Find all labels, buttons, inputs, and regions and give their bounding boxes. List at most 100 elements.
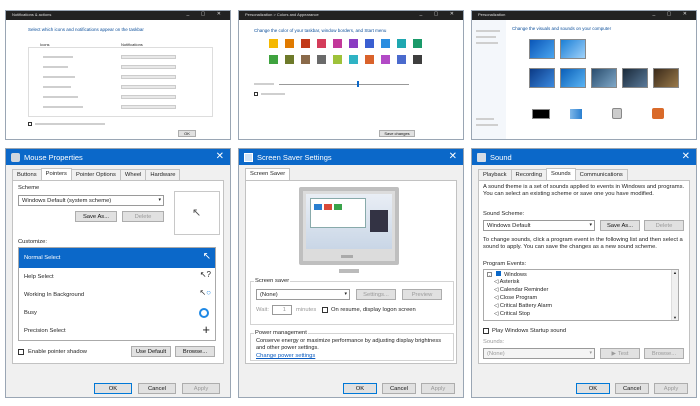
theme-5[interactable]	[591, 68, 617, 88]
delete-button[interactable]: Delete	[644, 220, 684, 231]
color-swatch[interactable]	[413, 55, 422, 64]
preview-button[interactable]: Preview	[402, 289, 442, 300]
save-changes-button[interactable]: Save changes	[379, 130, 415, 137]
color-swatch[interactable]	[397, 55, 406, 64]
delete-button[interactable]: Delete	[122, 211, 164, 222]
color-swatch[interactable]	[269, 55, 278, 64]
pointer-shadow-checkbox[interactable]	[18, 349, 24, 355]
close-icon[interactable]: ✕	[449, 151, 457, 162]
use-default-button[interactable]: Use Default	[131, 346, 171, 357]
customize-label: Customize:	[18, 239, 47, 245]
color-swatch[interactable]	[413, 39, 422, 48]
sound-scheme-combo[interactable]: Windows Default ▾	[483, 220, 595, 231]
sounds-icon[interactable]	[612, 108, 622, 119]
cursor-list[interactable]: Normal Select ↖ Help Select ↖? Working I…	[18, 247, 216, 341]
slider-thumb[interactable]	[357, 81, 359, 87]
color-swatch[interactable]	[269, 39, 278, 48]
browse-button[interactable]: Browse...	[644, 348, 684, 359]
screen-saver-combo[interactable]: (None) ▾	[256, 289, 350, 300]
window-controls[interactable]: _ ▢ ✕	[653, 11, 692, 17]
startup-sound-checkbox[interactable]	[483, 328, 489, 334]
speaker-icon: ◁	[494, 295, 499, 301]
save-as-button[interactable]: Save As...	[75, 211, 117, 222]
wait-spinner[interactable]: 1	[272, 305, 292, 315]
ok-button[interactable]: OK	[178, 130, 196, 137]
theme-3[interactable]	[529, 68, 555, 88]
list-item-working-background[interactable]: Working In Background ↖○	[19, 286, 215, 304]
color-swatch[interactable]	[285, 39, 294, 48]
cancel-button[interactable]: Cancel	[615, 383, 649, 394]
list-item-busy[interactable]: Busy	[19, 304, 215, 322]
always-show-checkbox[interactable]	[28, 122, 32, 126]
tab-sounds[interactable]: Sounds	[545, 168, 576, 180]
scroll-up-icon[interactable]: ▲	[672, 270, 678, 275]
test-button[interactable]: ▶ Test	[600, 348, 640, 359]
ok-button[interactable]: OK	[94, 383, 132, 394]
program-events-tree[interactable]: - Windows ◁ Asterisk ◁ Calendar Reminder…	[483, 269, 679, 321]
color-icon[interactable]	[570, 109, 582, 119]
color-swatch[interactable]	[301, 55, 310, 64]
resume-checkbox[interactable]	[322, 307, 328, 313]
color-swatch[interactable]	[285, 55, 294, 64]
color-swatch[interactable]	[349, 39, 358, 48]
tree-item-critical-battery[interactable]: ◁ Critical Battery Alarm	[494, 303, 552, 309]
list-item-precision-select[interactable]: Precision Select +	[19, 322, 215, 340]
tree-item-critical-stop[interactable]: ◁ Critical Stop	[494, 311, 530, 317]
color-swatch[interactable]	[333, 39, 342, 48]
color-swatch[interactable]	[365, 39, 374, 48]
intensity-slider[interactable]	[279, 84, 409, 85]
color-swatch[interactable]	[381, 39, 390, 48]
theme-6[interactable]	[622, 68, 648, 88]
mouse-icon	[11, 152, 20, 162]
close-icon[interactable]: ✕	[216, 151, 224, 162]
color-swatch[interactable]	[317, 55, 326, 64]
color-swatch[interactable]	[301, 39, 310, 48]
theme-1[interactable]	[529, 39, 555, 59]
screen-saver-label: Screen saver	[254, 278, 291, 284]
chevron-down-icon: ▾	[158, 197, 161, 203]
tree-scrollbar[interactable]: ▲ ▼	[671, 270, 678, 320]
theme-7[interactable]	[653, 68, 679, 88]
cancel-button[interactable]: Cancel	[382, 383, 416, 394]
sounds-label: Sounds:	[483, 339, 505, 345]
color-swatch[interactable]	[349, 55, 358, 64]
color-swatches[interactable]	[269, 39, 429, 79]
apply-button[interactable]: Apply	[654, 383, 688, 394]
list-item-normal-select[interactable]: Normal Select ↖	[19, 248, 215, 268]
color-swatch[interactable]	[381, 55, 390, 64]
tree-item-calendar[interactable]: ◁ Calendar Reminder	[494, 287, 548, 293]
icon-list[interactable]	[28, 47, 213, 117]
apply-button[interactable]: Apply	[182, 383, 220, 394]
monitor-preview	[299, 187, 399, 265]
tab-screen-saver[interactable]: Screen Saver	[245, 168, 291, 180]
mouse-properties-dialog: Mouse Properties ✕ Buttons Pointers Poin…	[5, 148, 231, 398]
cancel-button[interactable]: Cancel	[138, 383, 176, 394]
theme-4[interactable]	[560, 68, 586, 88]
theme-2[interactable]	[560, 39, 586, 59]
save-as-button[interactable]: Save As...	[600, 220, 640, 231]
sounds-combo[interactable]: (None) ▾	[483, 348, 595, 359]
tree-root-windows[interactable]: - Windows	[487, 271, 527, 278]
apply-button[interactable]: Apply	[421, 383, 455, 394]
window-controls[interactable]: _ ▢ ✕	[420, 11, 459, 17]
scroll-down-icon[interactable]: ▼	[672, 315, 678, 320]
browse-button[interactable]: Browse...	[175, 346, 215, 357]
ok-button[interactable]: OK	[343, 383, 377, 394]
tree-item-close-program[interactable]: ◁ Close Program	[494, 295, 537, 301]
change-power-link[interactable]: Change power settings	[256, 353, 315, 359]
window-controls[interactable]: _ ▢ ✕	[187, 11, 226, 17]
desktop-background-thumb[interactable]	[532, 109, 550, 119]
scheme-combo[interactable]: Windows Default (system scheme) ▾	[18, 195, 164, 206]
color-swatch[interactable]	[397, 39, 406, 48]
close-icon[interactable]: ✕	[682, 151, 690, 162]
screensaver-icon[interactable]	[652, 108, 664, 119]
settings-button[interactable]: Settings...	[356, 289, 396, 300]
color-swatch[interactable]	[317, 39, 326, 48]
show-mixer-checkbox[interactable]	[254, 92, 258, 96]
list-item-help-select[interactable]: Help Select ↖?	[19, 268, 215, 286]
ok-button[interactable]: OK	[576, 383, 610, 394]
color-swatch[interactable]	[333, 55, 342, 64]
tab-pointers[interactable]: Pointers	[40, 168, 72, 180]
tree-item-asterisk[interactable]: ◁ Asterisk	[494, 279, 519, 285]
color-swatch[interactable]	[365, 55, 374, 64]
